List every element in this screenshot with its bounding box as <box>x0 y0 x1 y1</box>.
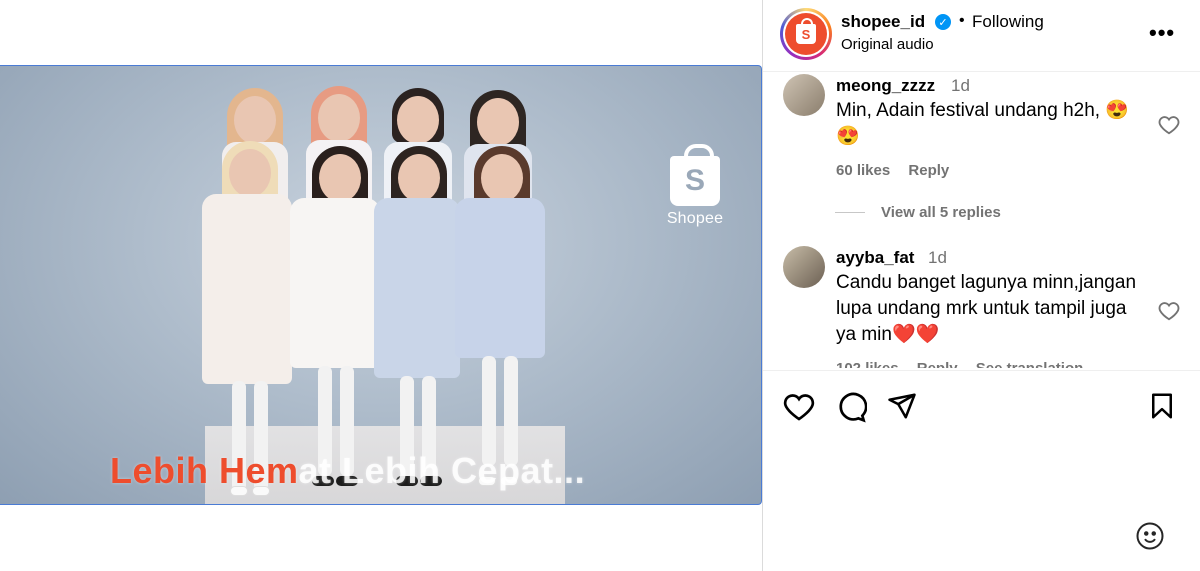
post-actions-bar <box>763 370 1200 440</box>
shopee-bag-icon: S <box>796 18 816 44</box>
view-replies-button[interactable]: View all 5 replies <box>835 204 1001 221</box>
bookmark-icon[interactable] <box>1147 391 1177 421</box>
more-options-button[interactable]: ••• <box>1149 20 1175 46</box>
view-replies-label: View all 5 replies <box>881 204 1001 221</box>
video-caption-rest: at Lebih Cepat... <box>298 450 586 491</box>
see-translation-button[interactable]: See translation <box>976 360 1084 368</box>
video-caption: Lebih Hemat Lebih Cepat... <box>110 450 585 492</box>
post-side-panel: S shopee_id ✓ • Following Original audio… <box>762 0 1200 571</box>
verified-badge-icon: ✓ <box>935 14 951 30</box>
commenter-avatar[interactable] <box>783 74 825 116</box>
comment-reply-button[interactable]: Reply <box>917 360 958 368</box>
comments-list[interactable]: meong_zzzz 1d Min, Adain festival undang… <box>763 72 1200 368</box>
comment-time: 1d <box>928 248 947 267</box>
comment-reply-button[interactable]: Reply <box>908 162 949 179</box>
shopee-logo-text: Shopee <box>666 210 724 227</box>
comment-meta: 60 likes Reply <box>836 162 963 179</box>
comment-username[interactable]: meong_zzzz <box>836 76 935 96</box>
comment-likes[interactable]: 102 likes <box>836 360 899 368</box>
comment-like-heart-icon[interactable] <box>1158 300 1180 322</box>
following-button[interactable]: Following <box>972 12 1044 32</box>
comment-likes[interactable]: 60 likes <box>836 162 890 179</box>
share-icon[interactable] <box>887 391 917 421</box>
comment-icon[interactable] <box>835 391 867 423</box>
video-player[interactable]: S Shopee Lebih Hemat Lebih Cepat... <box>0 65 762 505</box>
post-username[interactable]: shopee_id <box>841 12 925 32</box>
emoji-icon[interactable] <box>1135 521 1165 551</box>
post-header: S shopee_id ✓ • Following Original audio… <box>763 0 1200 72</box>
comment-text: Min, Adain festival undang h2h, 😍😍 <box>836 100 1130 147</box>
comment-meta: 102 likes Reply See translation <box>836 360 1097 368</box>
video-caption-highlight: Lebih Hem <box>110 450 299 491</box>
audio-link[interactable]: Original audio <box>841 36 934 53</box>
comment-time: 1d <box>951 76 970 95</box>
heart-icon[interactable] <box>783 391 815 423</box>
comment-like-heart-icon[interactable] <box>1158 114 1180 136</box>
comment-text: Candu banget lagunya minn,jangan lupa un… <box>836 272 1137 345</box>
profile-avatar[interactable]: S <box>780 8 832 60</box>
shopping-bag-icon: S <box>670 144 720 206</box>
commenter-avatar[interactable] <box>783 246 825 288</box>
shopee-logo: S Shopee <box>664 144 726 236</box>
header-separator: • <box>959 12 965 29</box>
comment-username[interactable]: ayyba_fat <box>836 248 914 268</box>
